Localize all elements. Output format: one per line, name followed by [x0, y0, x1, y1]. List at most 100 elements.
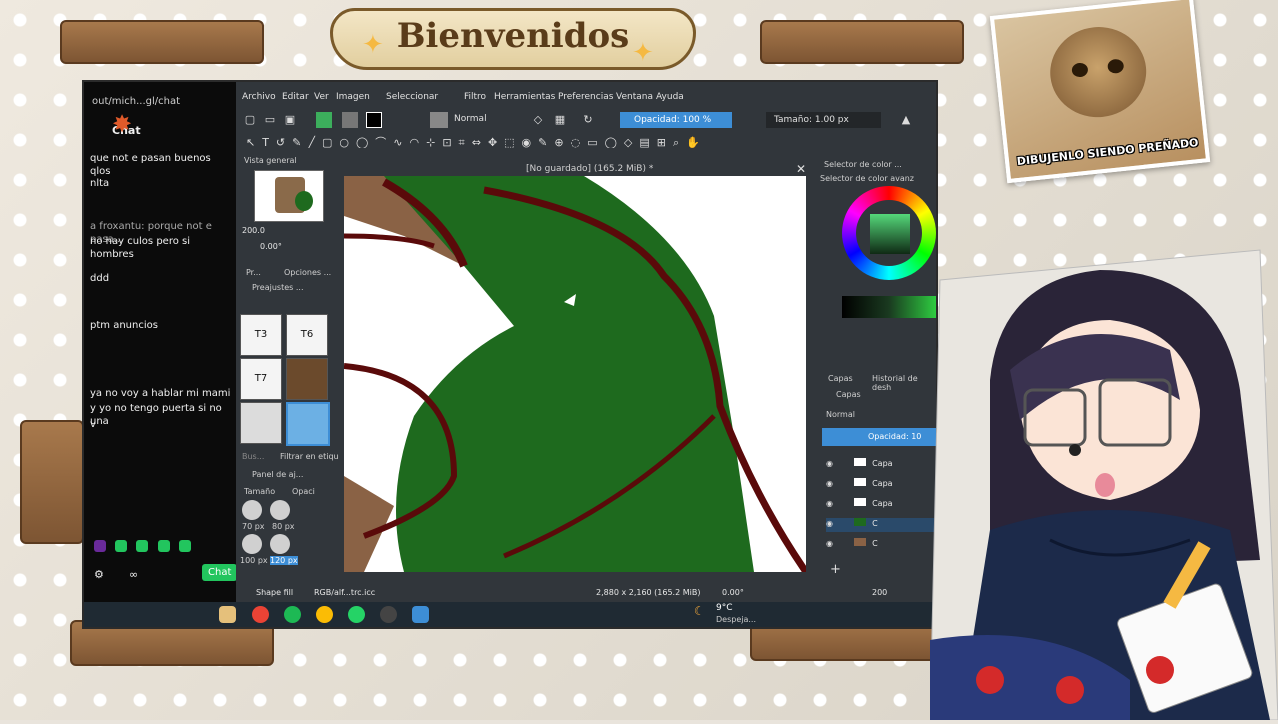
menu-ventana[interactable]: Ventana [616, 92, 653, 102]
canvas-artwork [344, 176, 806, 572]
obs-icon[interactable] [380, 606, 397, 623]
layer-row[interactable]: ◉ C [826, 538, 936, 552]
sparkle-star-icon: ✸ [112, 110, 133, 138]
drawing-canvas[interactable] [344, 176, 806, 572]
alpha-lock-icon[interactable]: ▦ [554, 114, 566, 126]
brush-preset[interactable] [286, 358, 328, 400]
menu-imagen[interactable]: Imagen [336, 92, 370, 102]
menu-editar[interactable]: Editar [282, 92, 309, 102]
foreground-color-swatch[interactable] [366, 112, 382, 128]
history-tab[interactable]: Historial de desh [872, 374, 936, 392]
layer-row[interactable]: ◉ Capa [826, 458, 936, 472]
eraser-icon[interactable]: ◇ [532, 114, 544, 126]
options-tab[interactable]: Opciones ... [284, 268, 331, 277]
krita-icon[interactable] [412, 606, 429, 623]
lemur-face-image [1045, 22, 1151, 122]
overview-title: Vista general [244, 156, 297, 165]
vtuber-avatar [929, 240, 1278, 721]
overview-rotation[interactable]: 0.00° [260, 242, 282, 251]
chat-send-button[interactable]: Chat [202, 564, 238, 581]
status-color-profile: RGB/alf...trc.icc [314, 588, 376, 597]
brush-size-dot[interactable] [242, 534, 262, 554]
spotify-icon[interactable] [284, 606, 301, 623]
layer-blend-mode[interactable]: Normal [826, 410, 855, 419]
brush-size-dot[interactable] [270, 500, 290, 520]
overview-zoom[interactable]: 200.0 [242, 226, 292, 236]
whatsapp-icon[interactable] [348, 606, 365, 623]
menu-filtro[interactable]: Filtro [464, 92, 486, 102]
status-zoom[interactable]: 200 [872, 588, 887, 597]
meme-sticker: DIBUJENLO SIENDO PREÑADO [989, 0, 1211, 184]
brush-size-dot[interactable] [270, 534, 290, 554]
layer-row[interactable]: ◉ Capa [826, 498, 936, 512]
opacity-slider[interactable]: Opacidad: 100 % [620, 112, 732, 128]
eye-icon[interactable]: ◉ [826, 519, 833, 528]
chat-message: ddd [90, 273, 110, 284]
eye-icon[interactable]: ◉ [826, 539, 833, 548]
presets-tab[interactable]: Pr... [246, 268, 261, 277]
brush-size-label: 70 px [242, 522, 265, 531]
sparkle-star-icon: ✦ [362, 30, 384, 60]
preset-search[interactable]: Bus... [242, 452, 264, 461]
reload-preset-icon[interactable]: ↻ [582, 114, 594, 126]
menu-herramientas[interactable]: Herramientas [494, 92, 555, 102]
mirror-icon[interactable]: ▲ [900, 114, 912, 126]
layer-row[interactable]: ◉ Capa [826, 478, 936, 492]
save-icon[interactable]: ▣ [284, 114, 296, 126]
eye-icon[interactable]: ◉ [826, 479, 833, 488]
brush-panel-title: Panel de aj... [252, 470, 304, 479]
filter-tag[interactable]: Filtrar en etiqu [280, 452, 339, 461]
blend-mode-select[interactable]: Normal [454, 114, 487, 124]
overview-thumbnail[interactable] [254, 170, 324, 222]
wood-frame-left [20, 420, 84, 544]
brush-preset[interactable]: T7 [240, 358, 282, 400]
size-slider[interactable]: Tamaño: 1.00 px [766, 112, 881, 128]
eye-icon[interactable]: ◉ [826, 459, 833, 468]
chat-settings-icon[interactable]: ⚙ [94, 568, 104, 581]
brush-preset[interactable] [240, 402, 282, 444]
layer-row-selected[interactable]: ◉ C [826, 518, 936, 532]
chat-panel: out/mich...gl/chat Chat que not e pasan … [84, 82, 238, 602]
gradient-swatch[interactable] [316, 112, 332, 128]
menu-seleccionar[interactable]: Seleccionar [386, 92, 438, 102]
layers-tab[interactable]: Capas [828, 374, 853, 383]
layer-name: C [872, 539, 878, 548]
krita-window: Archivo Editar Ver Imagen Seleccionar Fi… [236, 82, 936, 602]
meme-caption: DIBUJENLO SIENDO PREÑADO [1016, 136, 1200, 169]
brush-preset[interactable]: T3 [240, 314, 282, 356]
emote-bar[interactable] [94, 540, 224, 554]
status-rotation[interactable]: 0.00° [722, 588, 744, 597]
chrome-icon[interactable] [316, 606, 333, 623]
menu-preferencias[interactable]: Preferencias [558, 92, 613, 102]
layer-opacity-slider[interactable]: Opacidad: 10 [822, 428, 936, 446]
layer-name: Capa [872, 499, 893, 508]
windows-taskbar: ☾ 9°C Despeja... [84, 602, 936, 627]
menu-archivo[interactable]: Archivo [242, 92, 276, 102]
chrome-icon[interactable] [252, 606, 269, 623]
pattern-swatch[interactable] [342, 112, 358, 128]
color-wheel[interactable] [842, 186, 936, 322]
layer-name: Capa [872, 459, 893, 468]
eye-icon[interactable]: ◉ [826, 499, 833, 508]
new-document-icon[interactable]: ▢ [244, 114, 256, 126]
menu-ayuda[interactable]: Ayuda [656, 92, 684, 102]
tool-options-row[interactable]: ↖T↺✎╱▢○◯⌒∿◠⊹⊡⌗⇔✥⬚◉✎⊕◌▭◯◇▤⊞⌕✋ [246, 134, 906, 148]
brush-size-label: 100 px [240, 556, 268, 565]
brush-size-dot[interactable] [242, 500, 262, 520]
brush-preset[interactable] [286, 402, 330, 446]
brush-tip-preview[interactable] [430, 112, 448, 128]
add-layer-icon[interactable]: + [830, 562, 841, 577]
open-folder-icon[interactable]: ▭ [264, 114, 276, 126]
infinity-icon[interactable]: ∞ [129, 568, 138, 581]
brush-size-label: 80 px [272, 522, 295, 531]
chat-message: ptm anuncios [90, 320, 158, 331]
brush-preset[interactable]: T6 [286, 314, 328, 356]
chat-message: v [90, 419, 96, 430]
file-explorer-icon[interactable] [219, 606, 236, 623]
wood-frame-top-left [60, 20, 264, 64]
browser-url[interactable]: out/mich...gl/chat [92, 96, 180, 107]
close-document-icon[interactable]: ✕ [796, 162, 806, 176]
menu-ver[interactable]: Ver [314, 92, 329, 102]
sparkle-star-icon: ✦ [632, 38, 654, 68]
layers-title: Capas [836, 390, 861, 399]
